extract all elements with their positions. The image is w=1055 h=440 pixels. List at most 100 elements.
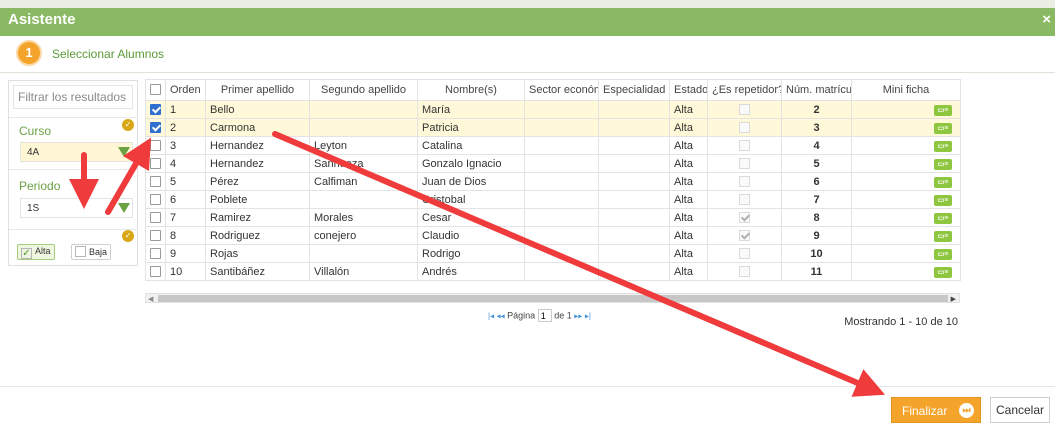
mini-ficha-icon[interactable]: ▭≡: [934, 213, 952, 224]
row-select-checkbox[interactable]: [145, 136, 166, 155]
row-select-checkbox[interactable]: [145, 226, 166, 245]
sector-cell: [524, 208, 599, 227]
footer-divider: [0, 386, 1055, 387]
table-row[interactable]: 2 Carmona Patricia Alta 3 ▭≡: [145, 118, 961, 137]
chevron-down-icon[interactable]: [118, 147, 130, 157]
scrollbar-thumb[interactable]: [158, 295, 948, 302]
finalizar-button[interactable]: Finalizar ⏭: [891, 397, 981, 423]
row-select-checkbox[interactable]: [145, 100, 166, 119]
chevron-down-icon[interactable]: [118, 203, 130, 213]
especialidad-cell: [598, 262, 670, 281]
segundo-apellido-cell: [309, 118, 418, 137]
previous-page-icon[interactable]: ◂◂: [497, 312, 505, 321]
dialog-titlebar: Asistente ×: [0, 0, 1055, 36]
column-header[interactable]: Estado: [669, 79, 708, 101]
last-page-icon[interactable]: ▸|: [585, 312, 591, 321]
matricula-cell: 2: [781, 100, 852, 119]
mini-ficha-icon[interactable]: ▭≡: [934, 195, 952, 206]
table-header-row: Orden ↓ Primer apellido Segundo apellido…: [145, 79, 961, 101]
table-row[interactable]: 1 Bello María Alta 2 ▭≡: [145, 100, 961, 119]
mini-ficha-icon[interactable]: ▭≡: [934, 231, 952, 242]
cancelar-button[interactable]: Cancelar: [990, 397, 1050, 423]
repetidor-cell: [707, 172, 782, 191]
mini-ficha-cell: ▭≡: [851, 118, 961, 137]
table-row[interactable]: 8 Rodriguez conejero Claudio Alta 9 ▭≡: [145, 226, 961, 245]
orden-cell: 4: [165, 154, 206, 173]
nombre-cell: Patricia: [417, 118, 525, 137]
column-header[interactable]: Nombre(s): [417, 79, 525, 101]
row-select-checkbox[interactable]: [145, 118, 166, 137]
column-header[interactable]: Núm. matrícula: [781, 79, 852, 101]
scroll-right-icon[interactable]: ▶: [951, 295, 956, 303]
sector-cell: [524, 154, 599, 173]
curso-select-value: 4A: [27, 147, 40, 158]
checkbox-icon: [739, 157, 750, 169]
periodo-select[interactable]: 1S: [20, 198, 133, 218]
next-page-icon[interactable]: ▸▸: [574, 312, 582, 321]
estado-cell: Alta: [669, 154, 708, 173]
nombre-cell: Gonzalo Ignacio: [417, 154, 525, 173]
checkbox-icon: [150, 175, 161, 187]
row-select-checkbox[interactable]: [145, 208, 166, 227]
orden-cell: 2: [165, 118, 206, 137]
checkbox-icon: [150, 229, 161, 241]
column-header[interactable]: Mini ficha: [851, 79, 961, 101]
curso-check-icon: ✓: [122, 119, 134, 131]
row-select-checkbox[interactable]: [145, 172, 166, 191]
table-row[interactable]: 5 Pérez Calfiman Juan de Dios Alta 6 ▭≡: [145, 172, 961, 191]
close-icon[interactable]: ×: [1042, 11, 1051, 28]
estado-check-icon: ✓: [122, 230, 134, 242]
step-label[interactable]: Seleccionar Alumnos: [52, 47, 164, 61]
table-row[interactable]: 7 Ramirez Morales Cesar Alta 8 ▭≡: [145, 208, 961, 227]
column-header[interactable]: ¿Es repetidor?: [707, 79, 782, 101]
filter-panel: Filtrar los resultados Curso ✓ 4A Period…: [8, 80, 138, 266]
column-header[interactable]: Orden ↓: [165, 79, 206, 101]
matricula-cell: 3: [781, 118, 852, 137]
mini-ficha-icon[interactable]: ▭≡: [934, 141, 952, 152]
mini-ficha-icon[interactable]: ▭≡: [934, 159, 952, 170]
horizontal-scrollbar[interactable]: ◀ ▶: [145, 293, 960, 303]
table-row[interactable]: 9 Rojas Rodrigo Alta 10 ▭≡: [145, 244, 961, 263]
table-row[interactable]: 3 Hernandez Leyton Catalina Alta 4 ▭≡: [145, 136, 961, 155]
page-label: Página: [507, 310, 536, 321]
scroll-left-icon[interactable]: ◀: [148, 295, 153, 303]
checkbox-icon: [150, 211, 161, 223]
nombre-cell: Juan de Dios: [417, 172, 525, 191]
filter-search-input[interactable]: Filtrar los resultados: [13, 85, 133, 109]
table-row[interactable]: 10 Santibáñez Villalón Andrés Alta 11 ▭≡: [145, 262, 961, 281]
alta-toggle-button[interactable]: ✓ Alta: [17, 244, 55, 260]
matricula-cell: 8: [781, 208, 852, 227]
mini-ficha-icon[interactable]: ▭≡: [934, 267, 952, 278]
periodo-label: Periodo: [19, 179, 61, 193]
page-number-input[interactable]: [537, 309, 552, 322]
repetidor-cell: [707, 136, 782, 155]
orden-cell: 5: [165, 172, 206, 191]
mini-ficha-icon[interactable]: ▭≡: [934, 105, 952, 116]
checkbox-icon: [150, 84, 161, 95]
table-row[interactable]: 6 Poblete Cristobal Alta 7 ▭≡: [145, 190, 961, 209]
baja-toggle-button[interactable]: Baja: [71, 244, 112, 260]
row-select-checkbox[interactable]: [145, 244, 166, 263]
column-header[interactable]: Especialidad: [598, 79, 670, 101]
column-header[interactable]: Primer apellido: [205, 79, 310, 101]
row-select-checkbox[interactable]: [145, 262, 166, 281]
checkbox-icon: [739, 139, 750, 151]
first-page-icon[interactable]: |◂: [488, 312, 494, 321]
estado-cell: Alta: [669, 172, 708, 191]
column-header[interactable]: Sector económ: [524, 79, 599, 101]
table-row[interactable]: 4 Hernandez Sanhueza Gonzalo Ignacio Alta 5 ▭≡: [145, 154, 961, 173]
sector-cell: [524, 172, 599, 191]
row-select-checkbox[interactable]: [145, 190, 166, 209]
repetidor-cell: [707, 190, 782, 209]
pagination: |◂ ◂◂ Página de 1 ▸▸ ▸|: [488, 309, 591, 325]
mini-ficha-icon[interactable]: ▭≡: [934, 123, 952, 134]
nombre-cell: Claudio: [417, 226, 525, 245]
curso-select[interactable]: 4A: [20, 142, 133, 162]
row-select-checkbox[interactable]: [145, 154, 166, 173]
mini-ficha-icon[interactable]: ▭≡: [934, 249, 952, 260]
sector-cell: [524, 118, 599, 137]
mini-ficha-icon[interactable]: ▭≡: [934, 177, 952, 188]
column-header[interactable]: Segundo apellido: [309, 79, 418, 101]
select-all-checkbox[interactable]: [145, 79, 166, 101]
checkbox-icon: [150, 157, 161, 169]
